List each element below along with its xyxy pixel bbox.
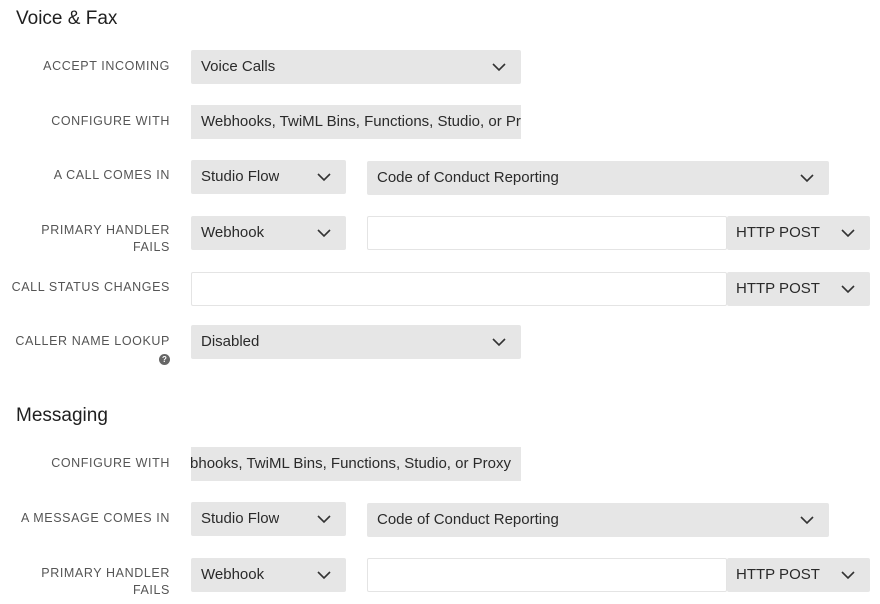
messaging-primary-handler-method-value: HTTP POST <box>736 566 820 583</box>
call-comes-in-type-select[interactable]: Studio Flow <box>191 160 346 194</box>
chevron-down-icon <box>491 59 507 75</box>
primary-handler-url-input[interactable] <box>367 216 727 250</box>
call-status-method-select[interactable]: HTTP POST <box>727 272 870 306</box>
call-comes-in-flow-select[interactable]: Code of Conduct Reporting <box>367 161 829 195</box>
call-status-changes-label: CALL STATUS CHANGES <box>11 280 170 294</box>
primary-handler-label-line2: FAILS <box>132 240 170 254</box>
accept-incoming-label: ACCEPT INCOMING <box>43 59 170 73</box>
messaging-primary-handler-url-input[interactable] <box>367 558 727 592</box>
chevron-down-icon <box>799 170 815 186</box>
voice-fax-section-title: Voice & Fax <box>16 8 118 29</box>
messaging-configure-with-value: Webhooks, TwiML Bins, Functions, Studio,… <box>191 455 511 472</box>
accept-incoming-value: Voice Calls <box>201 58 276 75</box>
call-comes-in-flow-value: Code of Conduct Reporting <box>377 169 559 186</box>
message-comes-in-type-value: Studio Flow <box>201 510 280 527</box>
configure-with-label: CONFIGURE WITH <box>51 114 170 128</box>
chevron-down-icon <box>799 512 815 528</box>
primary-handler-fails-label: PRIMARY HANDLER FAILS <box>41 222 170 256</box>
primary-handler-label-line1: PRIMARY HANDLER <box>41 223 170 237</box>
caller-name-lookup-label: CALLER NAME LOOKUP ? <box>15 333 170 367</box>
messaging-configure-with-label: CONFIGURE WITH <box>51 456 170 470</box>
messaging-primary-handler-fails-label: PRIMARY HANDLER FAILS <box>41 565 170 599</box>
chevron-down-icon <box>840 225 856 241</box>
primary-handler-type-select[interactable]: Webhook <box>191 216 346 250</box>
call-comes-in-type-value: Studio Flow <box>201 168 280 185</box>
messaging-configure-with-select[interactable]: Webhooks, TwiML Bins, Functions, Studio,… <box>191 447 521 481</box>
call-comes-in-label: A CALL COMES IN <box>53 168 170 182</box>
primary-handler-type-value: Webhook <box>201 224 265 241</box>
messaging-section-title: Messaging <box>16 405 108 426</box>
message-comes-in-flow-select[interactable]: Code of Conduct Reporting <box>367 503 829 537</box>
phone-number-config-page: Voice & Fax ACCEPT INCOMING Voice Calls … <box>0 0 880 604</box>
chevron-down-icon <box>316 169 332 185</box>
configure-with-select[interactable]: Webhooks, TwiML Bins, Functions, Studio,… <box>191 105 521 139</box>
accept-incoming-select[interactable]: Voice Calls <box>191 50 521 84</box>
caller-name-lookup-value: Disabled <box>201 333 260 350</box>
caller-name-lookup-select[interactable]: Disabled <box>191 325 521 359</box>
chevron-down-icon <box>316 567 332 583</box>
messaging-primary-handler-type-select[interactable]: Webhook <box>191 558 346 592</box>
message-comes-in-flow-value: Code of Conduct Reporting <box>377 511 559 528</box>
call-status-url-input[interactable] <box>191 272 727 306</box>
chevron-down-icon <box>840 281 856 297</box>
chevron-down-icon <box>491 334 507 350</box>
messaging-primary-handler-label-line2: FAILS <box>132 583 170 597</box>
messaging-primary-handler-label-line1: PRIMARY HANDLER <box>41 566 170 580</box>
caller-name-lookup-text: CALLER NAME LOOKUP <box>15 334 170 348</box>
configure-with-value: Webhooks, TwiML Bins, Functions, Studio,… <box>201 113 521 130</box>
chevron-down-icon <box>840 567 856 583</box>
chevron-down-icon <box>316 511 332 527</box>
chevron-down-icon <box>316 225 332 241</box>
message-comes-in-label: A MESSAGE COMES IN <box>20 511 170 525</box>
help-icon[interactable]: ? <box>159 354 170 365</box>
primary-handler-method-value: HTTP POST <box>736 224 820 241</box>
messaging-primary-handler-method-select[interactable]: HTTP POST <box>727 558 870 592</box>
primary-handler-method-select[interactable]: HTTP POST <box>727 216 870 250</box>
message-comes-in-type-select[interactable]: Studio Flow <box>191 502 346 536</box>
call-status-method-value: HTTP POST <box>736 280 820 297</box>
messaging-primary-handler-type-value: Webhook <box>201 566 265 583</box>
